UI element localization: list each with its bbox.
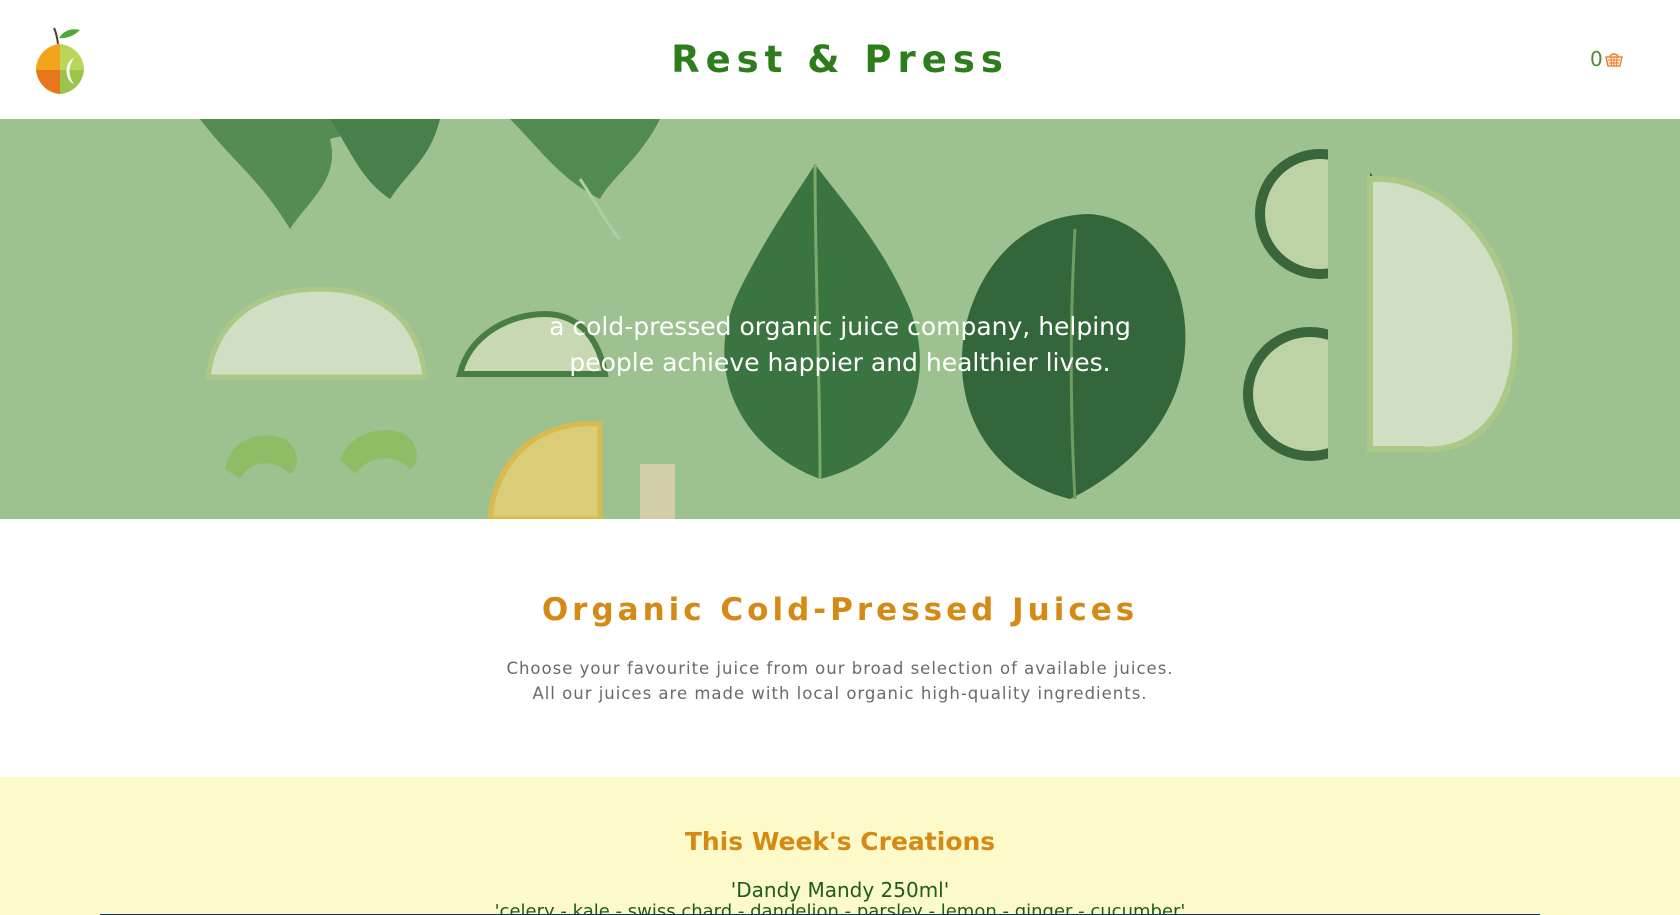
- juice-name: 'Dandy Mandy 250ml': [730, 878, 950, 902]
- basket-icon: [1604, 53, 1623, 67]
- hero-banner: a cold-pressed organic juice company, he…: [0, 119, 1680, 519]
- hero-tagline-line-2: people achieve happier and healthier liv…: [569, 348, 1111, 377]
- description-line-1: Choose your favourite juice from our bro…: [506, 659, 1174, 678]
- site-title[interactable]: Rest & Press: [0, 38, 1680, 81]
- hero-tagline-line-1: a cold-pressed organic juice company, he…: [549, 312, 1131, 341]
- cart-count: 0: [1590, 47, 1603, 71]
- section-heading: Organic Cold-Pressed Juices: [541, 592, 1139, 628]
- juice-ingredients: 'celery - kale - swiss chard - dandelion…: [494, 901, 1186, 915]
- description-line-2: All our juices are made with local organ…: [532, 684, 1148, 703]
- cart-button[interactable]: 0: [1590, 46, 1624, 72]
- section-description: Choose your favourite juice from our bro…: [0, 656, 1680, 706]
- hero-tagline: a cold-pressed organic juice company, he…: [520, 309, 1160, 381]
- site-header: Rest & Press 0: [0, 0, 1680, 118]
- weekly-creations-section: This Week's Creations 'Dandy Mandy 250ml…: [0, 777, 1680, 915]
- weekly-heading: This Week's Creations: [684, 827, 996, 856]
